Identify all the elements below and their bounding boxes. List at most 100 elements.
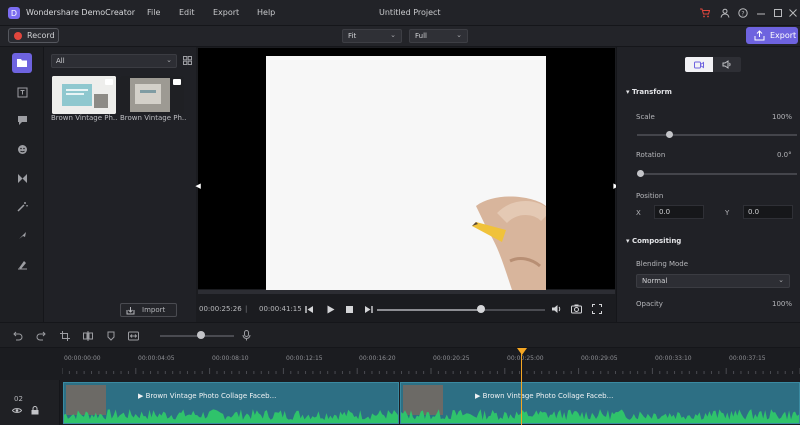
split-icon[interactable] [81,329,94,342]
media-library-icon[interactable] [12,53,32,73]
audio-effect-icon[interactable] [12,254,32,274]
cursor-effect-icon[interactable] [12,225,32,245]
snapshot-camera-icon[interactable] [569,302,583,316]
transform-section[interactable]: ▾ Transform [626,88,672,96]
maximize-icon[interactable] [772,6,784,19]
crop-icon[interactable] [58,329,71,342]
ruler-tick-label: 00:00:16:20 [359,355,396,362]
import-icon [126,306,135,315]
position-x-label: X [636,209,641,217]
position-x-value: 0.0 [659,208,671,216]
clip-title: ▶ Brown Vintage Photo Collage Faceb... [475,392,614,400]
opacity-value: 100% [772,300,793,308]
opacity-label: Opacity [636,300,663,308]
record-icon [14,32,22,40]
compositing-section[interactable]: ▾ Compositing [626,237,681,245]
timeline-zoom-handle[interactable] [196,331,205,339]
stop-icon[interactable] [342,302,356,316]
menu-export[interactable]: Export [213,8,239,17]
collapse-left-icon[interactable]: ◀ [195,182,200,190]
position-y-label: Y [725,209,730,217]
video-camera-icon [105,79,113,85]
ruler-tick-label: 00:00:33:10 [655,355,692,362]
video-clip-icon: ▶ [138,392,146,400]
scale-slider[interactable] [637,134,797,136]
effects-wand-icon[interactable] [12,196,32,216]
video-camera-icon [694,61,704,68]
media-thumbnail[interactable] [52,76,116,114]
timeline-clip[interactable]: ▶ Brown Vintage Photo Collage Faceb... [400,382,800,424]
blending-mode-label: Blending Mode [636,260,689,268]
position-y-input[interactable]: 0.0 [743,205,793,219]
rotation-slider-handle[interactable] [637,170,644,177]
media-thumbnail[interactable] [120,76,184,114]
chevron-down-icon: ⌄ [166,56,172,64]
video-camera-icon [173,79,181,85]
speaker-icon [722,60,731,69]
total-time: 00:00:41:15 [259,305,302,313]
chevron-down-icon: ⌄ [390,31,396,39]
playhead[interactable] [521,350,522,425]
transition-icon[interactable] [12,168,32,188]
quality-select[interactable]: Full ⌄ [409,29,468,43]
tab-video-properties[interactable] [685,57,713,72]
fit-select[interactable]: Fit ⌄ [342,29,402,43]
playhead-handle[interactable] [517,348,527,355]
user-icon[interactable] [719,6,731,19]
fullscreen-icon[interactable] [590,302,604,316]
ruler-tick-label: 00:00:00:00 [64,355,101,362]
project-title: Untitled Project [379,8,441,17]
track-header [0,380,60,425]
scale-slider-handle[interactable] [666,131,673,138]
export-button[interactable]: Export [746,27,798,44]
svg-text:?: ? [741,10,744,17]
redo-icon[interactable] [34,329,47,342]
chevron-down-icon: ⌄ [456,31,462,39]
lock-icon[interactable] [30,405,40,415]
audio-waveform [401,409,799,423]
timeline-toolbar [0,322,800,348]
media-filter-select[interactable]: All ⌄ [51,54,177,68]
tab-audio-properties[interactable] [713,57,741,72]
record-button[interactable]: Record [8,28,59,43]
scrub-fill [377,309,482,311]
menu-edit[interactable]: Edit [179,8,195,17]
media-item-label: Brown Vintage Ph... [51,114,117,122]
ruler-tick-label: 00:00:12:15 [286,355,323,362]
current-time: 00:00:25:26 [199,305,242,313]
timeline-clip[interactable]: ▶ Brown Vintage Photo Collage Faceb... [63,382,399,424]
volume-icon[interactable] [549,302,563,316]
export-label: Export [770,31,797,40]
text-icon[interactable] [12,82,32,102]
scrub-track[interactable] [377,309,545,311]
sticker-icon[interactable] [12,139,32,159]
rotation-slider[interactable] [637,173,797,175]
undo-icon[interactable] [11,329,24,342]
ruler-tick-label: 00:00:29:05 [581,355,618,362]
blending-mode-select[interactable]: Normal ⌄ [636,274,790,288]
menu-help[interactable]: Help [257,8,275,17]
ruler-tick-label: 00:00:04:05 [138,355,175,362]
fit-select-value: Fit [348,32,357,40]
annotation-icon[interactable] [12,110,32,130]
scale-value: 100% [772,113,793,121]
grid-view-icon[interactable] [182,55,192,65]
microphone-icon[interactable] [240,329,253,342]
next-frame-icon[interactable] [361,302,375,316]
minimize-icon[interactable] [755,6,767,19]
cart-icon[interactable] [699,6,711,19]
eye-icon[interactable] [12,405,22,415]
help-icon[interactable]: ? [737,6,749,19]
transform-heading: Transform [631,88,672,96]
time-separator: | [245,305,248,313]
play-icon[interactable] [323,302,337,316]
menu-file[interactable]: File [147,8,160,17]
fit-timeline-icon[interactable] [127,329,140,342]
marker-icon[interactable] [104,329,117,342]
close-icon[interactable] [787,6,799,19]
import-button[interactable]: Import [120,303,177,317]
position-x-input[interactable]: 0.0 [654,205,704,219]
record-label: Record [27,31,55,40]
track-number: 02 [14,395,23,403]
previous-frame-icon[interactable] [302,302,316,316]
